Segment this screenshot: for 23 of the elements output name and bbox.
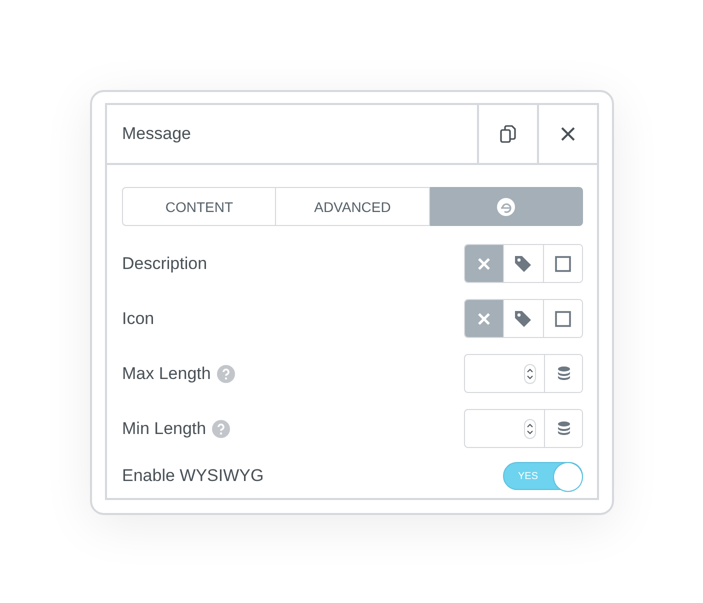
field-label: Icon	[122, 308, 154, 328]
spinner-icon	[524, 418, 536, 438]
field-label: Enable WYSIWYG	[122, 466, 264, 486]
tag-icon	[514, 254, 532, 272]
square-icon	[554, 256, 571, 272]
tab[interactable]: CONTENT	[122, 187, 276, 226]
database-icon	[556, 366, 570, 382]
spinner-icon	[524, 364, 536, 384]
logo-icon	[496, 196, 516, 216]
field-label: Description	[122, 254, 208, 274]
tag-icon	[514, 310, 532, 328]
database-icon	[556, 420, 570, 436]
close-icon	[560, 126, 576, 142]
close-icon	[478, 258, 490, 270]
option-button[interactable]	[542, 300, 582, 337]
square-icon	[554, 310, 571, 326]
field-label: Min Length	[122, 418, 206, 438]
field-label: Max Length	[122, 364, 211, 384]
close-icon	[478, 312, 490, 324]
copy-icon	[500, 125, 516, 143]
panel-title: Message	[121, 123, 192, 145]
option-button[interactable]	[542, 245, 582, 282]
tab[interactable]: ADVANCED	[276, 187, 430, 226]
